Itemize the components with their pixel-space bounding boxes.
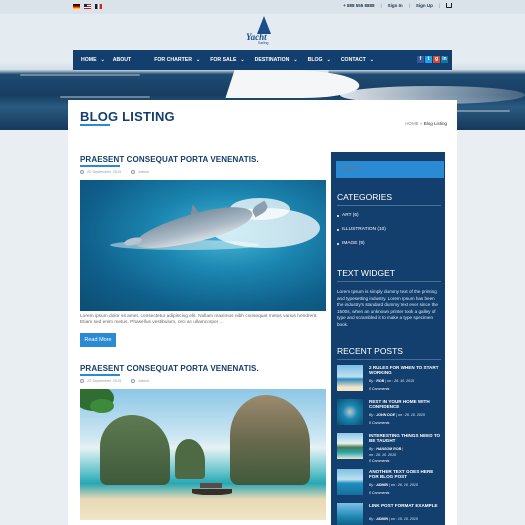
yacht-hull [225, 70, 365, 98]
breadcrumb-current: Blog Listing [423, 121, 447, 126]
text-widget-body: Lorem Ipsum is simply dummy text of the … [337, 289, 438, 327]
page-title-bar: BLOG LISTING HOME » Blog Listing [68, 100, 457, 132]
fr-flag-icon[interactable] [95, 4, 102, 9]
post-title-underline [80, 165, 120, 167]
recent-post-title[interactable]: INTERESTING THINGS NEED TO BE TAUGHT [369, 433, 441, 443]
post-title-underline [80, 374, 120, 376]
title-underline [80, 124, 110, 126]
recent-post-author[interactable]: JOHN DOE [376, 413, 395, 417]
text-widget-title: TEXT WIDGET [337, 268, 395, 278]
recent-post-author[interactable]: HANSOM ROB [376, 447, 401, 451]
cart-icon[interactable] [446, 3, 452, 8]
page-title: BLOG LISTING [80, 109, 175, 124]
post-author[interactable]: Admin [138, 170, 149, 174]
main-nav: HOME ⌄ ABOUT FOR CHARTER ⌄ FOR SALE ⌄ DESTI… [73, 50, 452, 70]
post-date: 20 September, 2015 [87, 379, 122, 383]
sign-in-link[interactable]: Sign In [388, 3, 403, 8]
post-author[interactable]: Admin [138, 379, 149, 383]
recent-post-thumbnail[interactable] [337, 399, 363, 425]
category-item[interactable]: ILLUSTRATION (10) [337, 227, 386, 232]
recent-post-item[interactable]: LINK POST FORMAT EXAMPLE By : ADMIN | on… [337, 503, 445, 525]
nav-for-sale[interactable]: FOR SALE ⌄ [210, 57, 244, 63]
longboat [192, 489, 232, 495]
breadcrumb-home[interactable]: HOME [405, 121, 419, 126]
chevron-down-icon: ⌄ [240, 57, 245, 63]
bullet-icon [337, 214, 339, 217]
wave-decoration [20, 74, 140, 76]
phone-number: + 888 555 8888 [343, 3, 375, 8]
recent-post-author[interactable]: ADMIN [376, 483, 388, 487]
chevron-down-icon: ⌄ [369, 57, 374, 63]
recent-post-comments[interactable]: 0 Comments [369, 491, 389, 495]
chevron-down-icon: ⌄ [100, 57, 105, 63]
widget-divider [337, 205, 441, 206]
recent-posts-title: RECENT POSTS [337, 346, 403, 356]
recent-post-title[interactable]: ANOTHER TEXT GOES HERE FOR BLOG POST [369, 469, 441, 479]
top-links: + 888 555 8888 | Sign In | Sign Up | [343, 3, 452, 8]
google-plus-icon[interactable]: g [433, 56, 440, 63]
recent-post-author[interactable]: ADMIN [376, 517, 388, 521]
twitter-icon[interactable]: t [425, 56, 432, 63]
post-image-tropical-beach[interactable] [80, 389, 326, 520]
bullet-icon [337, 228, 339, 231]
top-utility-bar: + 888 555 8888 | Sign In | Sign Up | [0, 0, 525, 14]
recent-post-item[interactable]: ANOTHER TEXT GOES HERE FOR BLOG POST By … [337, 469, 445, 499]
breadcrumb: HOME » Blog Listing [405, 121, 447, 126]
longboat-roof [200, 483, 222, 488]
recent-post-item[interactable]: 2 RULES FOR WHEN TO START WORKING By : R… [337, 365, 445, 395]
bullet-icon [337, 242, 339, 245]
clock-icon [80, 170, 84, 174]
user-icon [131, 379, 136, 383]
post-meta: 20 September, 2015 Admin [80, 379, 149, 383]
recent-post-author[interactable]: ROB [376, 379, 384, 383]
recent-post-thumbnail[interactable] [337, 433, 363, 459]
category-item[interactable]: IMAGE (9) [337, 241, 365, 246]
site-logo[interactable]: Yacht Sailing [244, 16, 284, 46]
recent-post-comments[interactable]: 0 Comments [369, 387, 389, 391]
post-meta: 20 September, 2015 Admin [80, 170, 149, 174]
clock-icon [80, 379, 84, 383]
language-switcher [73, 4, 102, 9]
recent-post-thumbnail[interactable] [337, 365, 363, 391]
read-more-button[interactable]: Read More [80, 333, 116, 347]
chevron-down-icon: ⌄ [293, 57, 298, 63]
us-flag-icon[interactable] [84, 4, 91, 9]
social-links: f t g in [417, 56, 448, 63]
sign-up-link[interactable]: Sign Up [416, 3, 433, 8]
nav-home[interactable]: HOME ⌄ [81, 57, 105, 63]
widget-divider [337, 281, 441, 282]
nav-blog[interactable]: BLOG ⌄ [308, 57, 331, 63]
nav-about[interactable]: ABOUT [113, 57, 131, 63]
nav-contact[interactable]: CONTACT ⌄ [341, 57, 374, 63]
post-date: 20 September, 2015 [87, 170, 122, 174]
logo-subtext: Sailing [258, 41, 269, 45]
facebook-icon[interactable]: f [417, 56, 424, 63]
recent-post-comments[interactable]: 0 Comments [369, 459, 389, 463]
nav-destination[interactable]: DESTINATION ⌄ [255, 57, 298, 63]
chevron-down-icon: ⌄ [195, 57, 201, 63]
post-image-dolphin[interactable] [80, 180, 326, 311]
recent-post-item[interactable]: REST IN YOUR HOME WITH CONFIDENCE By : J… [337, 399, 445, 429]
recent-post-comments[interactable]: 0 Comments [369, 421, 389, 425]
de-flag-icon[interactable] [73, 4, 80, 9]
category-item[interactable]: ART (6) [337, 213, 359, 218]
recent-post-thumbnail[interactable] [337, 469, 363, 495]
categories-title: CATEGORIES [337, 192, 393, 202]
search-input[interactable] [336, 161, 444, 178]
widget-divider [337, 359, 441, 360]
post-excerpt: Lorem ipsum dolor sit amet, consectetur … [80, 314, 318, 326]
nav-for-charter[interactable]: FOR CHARTER ⌄ [154, 57, 200, 63]
user-icon [131, 170, 136, 174]
recent-post-thumbnail[interactable] [337, 503, 363, 525]
post-title[interactable]: PRAESENT CONSEQUAT PORTA VENENATIS. [80, 155, 259, 164]
post-title[interactable]: PRAESENT CONSEQUAT PORTA VENENATIS. [80, 364, 259, 373]
recent-post-title[interactable]: LINK POST FORMAT EXAMPLE [369, 503, 441, 508]
recent-post-title[interactable]: REST IN YOUR HOME WITH CONFIDENCE [369, 399, 441, 409]
recent-post-title[interactable]: 2 RULES FOR WHEN TO START WORKING [369, 365, 441, 375]
linkedin-icon[interactable]: in [441, 56, 448, 63]
recent-post-item[interactable]: INTERESTING THINGS NEED TO BE TAUGHT By … [337, 433, 445, 463]
chevron-down-icon: ⌄ [326, 57, 331, 63]
wave-decoration [60, 96, 150, 98]
